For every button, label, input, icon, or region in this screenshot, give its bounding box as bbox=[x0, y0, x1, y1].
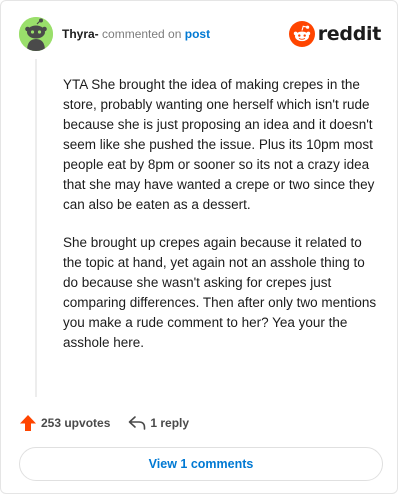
upvote-button[interactable]: 253 upvotes bbox=[19, 414, 110, 432]
upvote-count: 253 upvotes bbox=[41, 416, 111, 430]
commented-on-text: commented on bbox=[102, 27, 182, 41]
comment-card: Thyra- commented on post reddit YTA She … bbox=[0, 0, 398, 494]
avatar[interactable] bbox=[19, 17, 53, 51]
upvote-arrow-icon bbox=[20, 415, 36, 431]
comment-paragraph: YTA She brought the idea of making crepe… bbox=[63, 77, 375, 212]
snoo-avatar-icon bbox=[19, 17, 53, 51]
reddit-wordmark: reddit bbox=[317, 23, 382, 45]
reply-count: 1 reply bbox=[150, 416, 190, 430]
post-link[interactable]: post bbox=[185, 27, 210, 41]
username-link[interactable]: Thyra- bbox=[62, 27, 99, 41]
reddit-logo[interactable]: reddit bbox=[288, 19, 382, 49]
reply-button[interactable]: 1 reply bbox=[128, 415, 189, 431]
comment-paragraph: She brought up crepes again because it r… bbox=[63, 235, 377, 350]
reply-arrow-icon bbox=[129, 416, 146, 430]
thread-line[interactable] bbox=[35, 59, 37, 397]
view-comments-button[interactable]: View 1 comments bbox=[19, 447, 383, 481]
comment-meta: Thyra- commented on post bbox=[62, 27, 210, 41]
reddit-snoo-icon bbox=[288, 21, 315, 47]
comment-actions: 253 upvotes 1 reply bbox=[19, 413, 207, 433]
comment-body: YTA She brought the idea of making crepe… bbox=[63, 75, 381, 371]
comment-header: Thyra- commented on post reddit bbox=[19, 17, 381, 53]
